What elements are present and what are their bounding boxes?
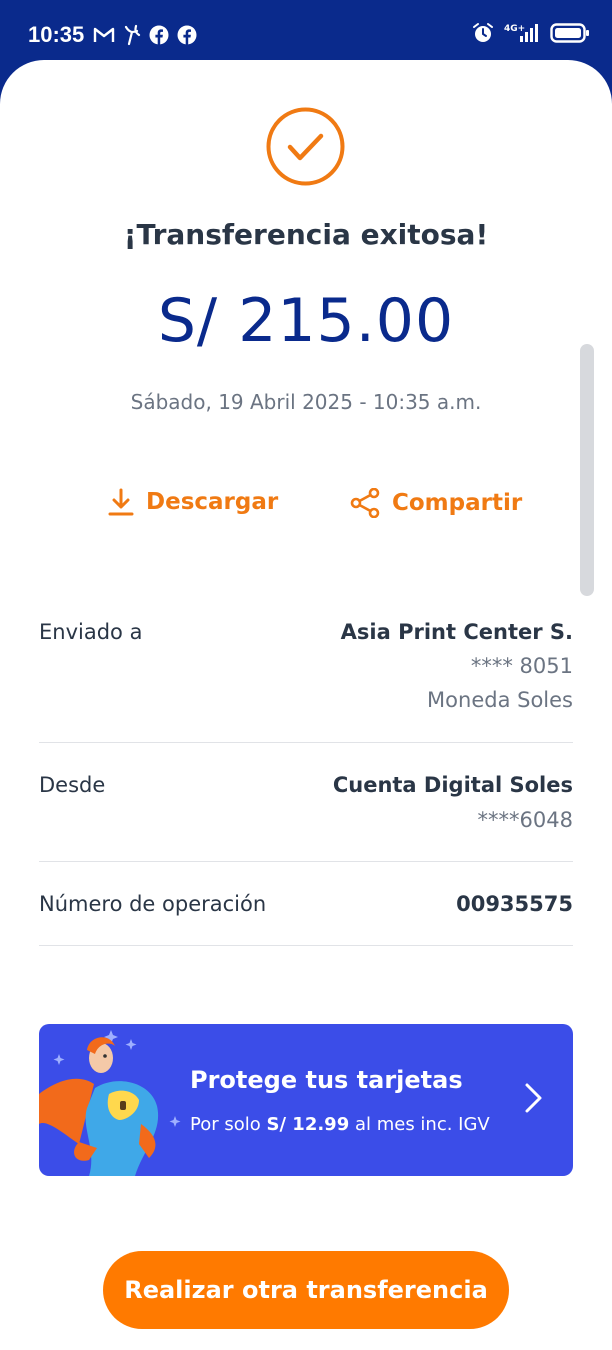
chevron-right-icon	[525, 1083, 542, 1113]
facebook-icon	[149, 25, 169, 45]
page-title: ¡Transferencia exitosa!	[123, 218, 489, 251]
promo-subtitle: Por solo S/ 12.99 al mes inc. IGV	[190, 1114, 490, 1135]
promo-title: Protege tus tarjetas	[190, 1066, 463, 1094]
sent-to-label: Enviado a	[39, 620, 143, 644]
new-transfer-button[interactable]: Realizar otra transferencia	[103, 1251, 509, 1329]
promo-sub-suffix: al mes inc. IGV	[349, 1114, 490, 1135]
share-button[interactable]: Compartir	[350, 488, 522, 518]
download-button[interactable]: Descargar	[108, 488, 278, 516]
svg-text:4G+: 4G+	[504, 24, 525, 34]
promo-price: S/ 12.99	[266, 1114, 350, 1135]
download-icon	[108, 488, 134, 516]
share-icon	[350, 488, 380, 518]
promo-sub-prefix: Por solo	[190, 1114, 267, 1135]
protect-cards-banner[interactable]: Protege tus tarjetas Por solo S/ 12.99 a…	[39, 1024, 573, 1176]
alarm-icon	[473, 23, 493, 42]
from-account-number: ****6048	[477, 808, 573, 832]
detail-row-from: Desde Cuenta Digital Soles ****6048	[39, 743, 573, 862]
operation-number: 00935575	[456, 892, 573, 916]
download-label: Descargar	[146, 489, 279, 515]
detail-row-sent-to: Enviado a Asia Print Center S. **** 8051…	[39, 606, 573, 743]
operation-label: Número de operación	[39, 892, 267, 916]
battery-icon	[550, 23, 589, 43]
success-check-icon	[266, 107, 345, 186]
from-label: Desde	[39, 773, 106, 797]
recipient-currency: Moneda Soles	[427, 688, 573, 712]
facebook-icon	[177, 25, 197, 45]
detail-row-operation: Número de operación 00935575	[39, 862, 573, 946]
signal-4g-icon: 4G+	[504, 24, 538, 42]
receipt-sheet: ¡Transferencia exitosa! S/ 215.00 Sábado…	[0, 60, 612, 1350]
yape-icon	[124, 24, 141, 46]
superhero-illustration	[39, 1030, 181, 1176]
from-account-name: Cuenta Digital Soles	[332, 773, 573, 797]
recipient-name: Asia Print Center S.	[340, 620, 573, 644]
new-transfer-label: Realizar otra transferencia	[124, 1276, 488, 1304]
recipient-account: **** 8051	[470, 654, 573, 678]
transfer-amount: S/ 215.00	[157, 286, 455, 356]
share-label: Compartir	[392, 490, 523, 516]
system-icons: 4G+	[472, 22, 590, 44]
transfer-date: Sábado, 19 Abril 2025 - 10:35 a.m.	[130, 390, 482, 414]
scrollbar[interactable]	[580, 344, 594, 596]
status-time: 10:35	[28, 22, 85, 47]
notification-icons	[93, 24, 197, 46]
gmail-icon	[93, 27, 115, 42]
